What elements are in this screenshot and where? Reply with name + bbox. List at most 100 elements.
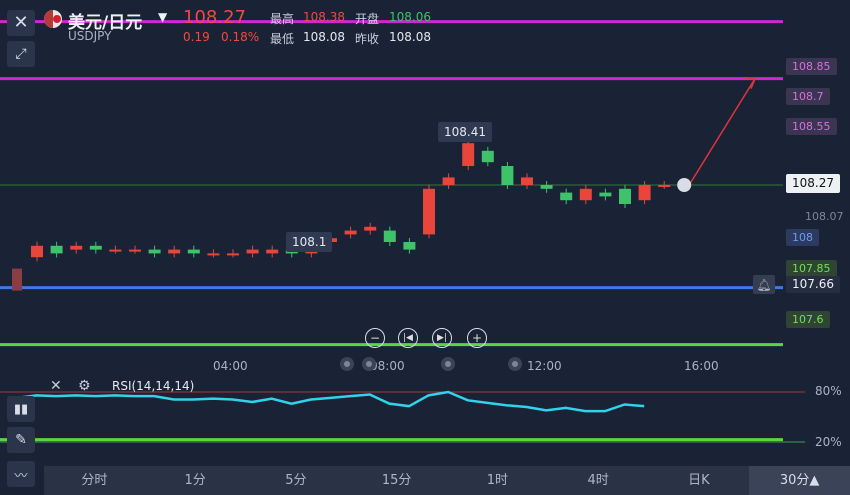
high-value: 108.38 <box>303 10 345 24</box>
rsi-lower-label: 20% <box>815 435 842 449</box>
candle <box>207 253 220 256</box>
scroll-end-button[interactable]: ▶| <box>432 328 452 348</box>
tab-15min[interactable]: 15分 <box>346 466 447 495</box>
candle <box>31 245 43 258</box>
alert-price-label[interactable]: 107.66 <box>786 276 840 293</box>
candle <box>364 226 377 231</box>
skip-forward-icon: ▶| <box>437 333 447 343</box>
tab-4hour[interactable]: 4时 <box>548 466 649 495</box>
candle <box>579 188 592 201</box>
candle <box>168 249 181 254</box>
open-label: 开盘 <box>355 12 380 26</box>
rsi-line <box>16 390 645 413</box>
tab-1min[interactable]: 1分 <box>145 466 246 495</box>
candle <box>560 192 573 201</box>
candle <box>12 268 22 291</box>
draw-tool-button[interactable]: ⤢ <box>7 41 35 67</box>
event-marker[interactable] <box>508 357 522 371</box>
candle <box>619 188 631 204</box>
event-marker[interactable] <box>362 357 376 371</box>
trend-button[interactable]: 〰 <box>7 461 35 487</box>
trend-arrow <box>688 78 756 186</box>
high-label: 最高 <box>270 12 295 26</box>
candle <box>442 177 455 185</box>
price-chart[interactable] <box>0 0 850 495</box>
price-change: 0.19 <box>183 30 210 44</box>
info-icon <box>677 178 692 192</box>
candle <box>148 249 161 254</box>
bell-icon[interactable]: 🔔︎ <box>753 275 775 294</box>
tab-5min[interactable]: 5分 <box>246 466 347 495</box>
close-indicator-icon[interactable]: ✕ <box>50 378 62 394</box>
current-price-label: 108.27 <box>786 174 840 193</box>
low-label: 最低 <box>270 32 295 46</box>
candle <box>70 245 83 250</box>
candle <box>423 188 435 235</box>
zoom-out-button[interactable]: − <box>365 328 385 348</box>
symbol-code: USDJPY <box>68 29 112 43</box>
price-change-pct: 0.18% <box>221 30 260 44</box>
skip-back-icon: |◀ <box>403 333 413 343</box>
minus-icon: − <box>369 331 381 345</box>
candle <box>109 249 122 252</box>
level-label-2[interactable]: 108.7 <box>786 88 830 105</box>
level-label-1[interactable]: 108.85 <box>786 58 837 75</box>
trough-callout: 108.1 <box>286 232 333 252</box>
low-value: 108.08 <box>303 30 345 44</box>
line-tool-icon: ⤢ <box>15 46 27 62</box>
candle <box>481 150 494 163</box>
candle <box>246 249 259 254</box>
candle <box>187 249 200 254</box>
last-price: 108.27 <box>183 7 246 28</box>
candle <box>383 230 396 242</box>
candle <box>344 230 357 235</box>
plus-icon: + <box>471 331 483 345</box>
candle <box>501 166 514 185</box>
timeframe-bar: 分时 1分 5分 15分 1时 4时 日K 30分▲ <box>44 466 850 495</box>
candle <box>540 185 553 189</box>
tab-1hour[interactable]: 1时 <box>447 466 548 495</box>
pencil-icon: ✎ <box>15 432 27 448</box>
trend-icon: 〰 <box>14 468 28 484</box>
candle <box>227 253 239 256</box>
event-marker[interactable] <box>441 357 455 371</box>
candle <box>638 185 651 201</box>
bar-chart-icon: ▮▮ <box>13 401 29 417</box>
candle <box>129 249 141 252</box>
rsi-label: RSI(14,14,14) <box>112 379 195 393</box>
prev-close-value: 108.08 <box>389 30 431 44</box>
level-label-blue[interactable]: 108 <box>786 229 819 246</box>
candle <box>266 249 279 254</box>
close-icon: ✕ <box>13 12 29 33</box>
candle <box>599 192 612 197</box>
level-label-green-1[interactable]: 107.85 <box>786 260 837 277</box>
peak-callout: 108.41 <box>438 122 492 142</box>
indicator-button[interactable]: ▮▮ <box>7 396 35 422</box>
tab-30min[interactable]: 30分▲ <box>749 466 850 495</box>
candle <box>50 245 63 254</box>
rsi-upper-label: 80% <box>815 384 842 398</box>
chevron-down-icon[interactable]: ▼ <box>158 10 167 24</box>
time-label-4: 16:00 <box>684 359 719 373</box>
candle <box>658 185 671 187</box>
open-value: 108.06 <box>389 10 431 24</box>
zoom-in-button[interactable]: + <box>467 328 487 348</box>
time-label-3: 12:00 <box>527 359 562 373</box>
scroll-start-button[interactable]: |◀ <box>398 328 418 348</box>
candle <box>89 245 102 250</box>
candle <box>403 242 416 250</box>
level-label-green-2[interactable]: 107.6 <box>786 311 830 328</box>
tab-timeshare[interactable]: 分时 <box>44 466 145 495</box>
level-label-3[interactable]: 108.55 <box>786 118 837 135</box>
tab-daily[interactable]: 日K <box>649 466 750 495</box>
pencil-button[interactable]: ✎ <box>7 427 35 453</box>
settings-icon[interactable]: ⚙ <box>78 378 91 394</box>
flag-icon <box>44 10 62 28</box>
candle <box>462 143 475 166</box>
event-marker[interactable] <box>340 357 354 371</box>
close-button[interactable]: ✕ <box>7 10 35 36</box>
axis-price-label: 108.07 <box>805 210 844 223</box>
time-label-1: 04:00 <box>213 359 248 373</box>
candle <box>521 177 533 185</box>
prev-close-label: 昨收 <box>355 32 380 46</box>
